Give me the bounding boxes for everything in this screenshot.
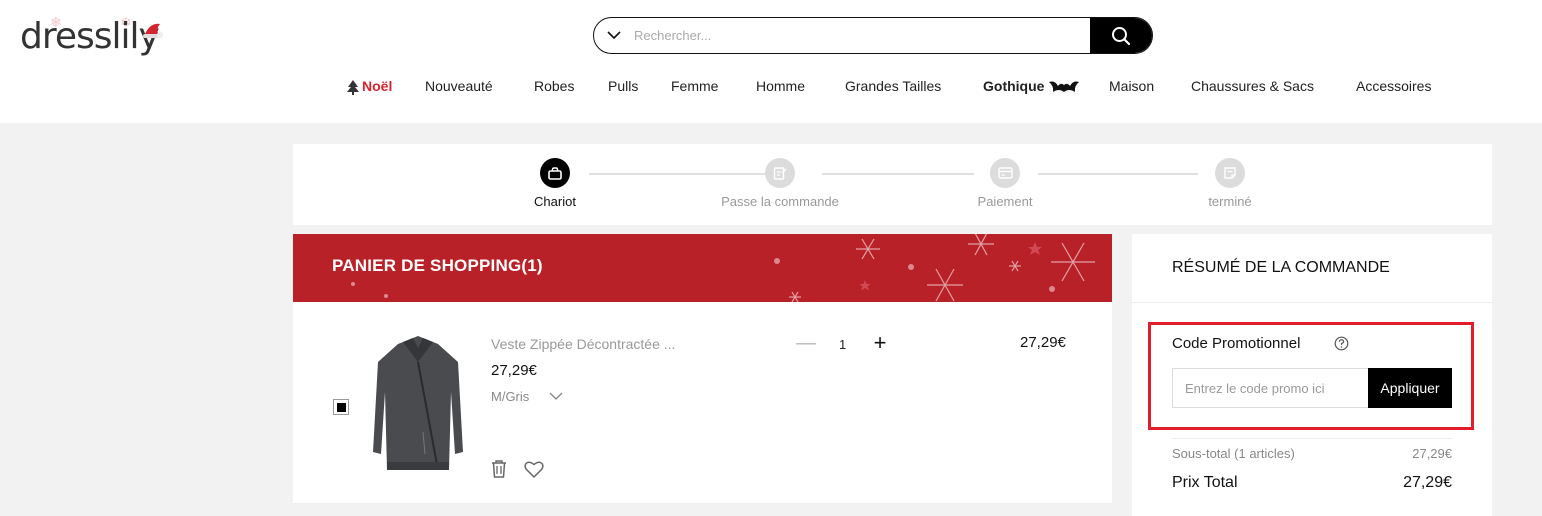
santa-hat-icon [143,23,163,38]
heart-icon[interactable] [524,460,544,479]
product-price: 27,29€ [491,362,537,379]
logo-text: dresslily [20,16,160,57]
nav-item-noel[interactable]: Noël [362,78,392,94]
done-icon [1224,167,1236,179]
nav-item-robes[interactable]: Robes [534,78,574,94]
product-variant[interactable]: M/Gris [491,389,529,404]
quantity-value: 1 [839,337,847,352]
product-name[interactable]: Veste Zippée Décontractée ... [491,336,675,352]
step-passe-commande: Passe la commande [710,158,850,209]
item-checkbox[interactable] [333,399,349,415]
step-paiement: Paiement [935,158,1075,209]
product-image[interactable] [363,332,473,482]
nav-item-gothique[interactable]: Gothique [983,78,1044,94]
trash-icon[interactable] [489,459,509,479]
main-nav: Noël Nouveauté Robes Pulls Femme Homme G… [0,78,1542,100]
promo-label: Code Promotionnel [1172,335,1301,352]
chevron-down-icon[interactable] [606,28,622,42]
item-total: 27,29€ [1020,334,1066,351]
divider [1132,302,1492,303]
nav-item-homme[interactable]: Homme [756,78,805,94]
step-label: terminé [1208,194,1252,209]
quantity-increase-button[interactable]: + [871,330,889,356]
nav-item-pulls[interactable]: Pulls [608,78,638,94]
nav-item-chaussures-sacs[interactable]: Chaussures & Sacs [1191,78,1314,94]
subtotal-label: Sous-total (1 articles) [1172,446,1295,461]
nav-item-femme[interactable]: Femme [671,78,718,94]
divider [1172,438,1452,439]
tree-icon [347,80,359,95]
summary-title: RÉSUMÉ DE LA COMMANDE [1172,259,1390,276]
search-input[interactable] [634,18,1084,53]
help-icon[interactable] [1334,336,1349,351]
checkout-steps: Chariot Passe la commande Paiement termi… [293,144,1492,225]
step-circle [540,158,570,188]
order-icon [773,167,787,180]
bat-icon [1049,81,1079,92]
nav-item-maison[interactable]: Maison [1109,78,1154,94]
step-label: Chariot [534,194,576,209]
chevron-down-icon[interactable] [549,391,563,401]
cart-icon [548,166,562,180]
promo-code-input[interactable] [1172,368,1368,408]
step-termine: terminé [1160,158,1300,209]
total-label: Prix Total [1172,474,1238,491]
step-chariot: Chariot [485,158,625,209]
subtotal-value: 27,29€ [1412,446,1452,461]
logo[interactable]: ❄ ❄ dresslily [20,14,170,70]
cart-banner: PANIER DE SHOPPING(1) [293,234,1112,302]
apply-promo-button[interactable]: Appliquer [1368,368,1452,408]
step-label: Passe la commande [721,194,839,209]
search-bar [593,17,1153,54]
nav-item-grandes-tailles[interactable]: Grandes Tailles [845,78,941,94]
nav-item-accessoires[interactable]: Accessoires [1356,78,1431,94]
step-circle [990,158,1020,188]
site-header: ❄ ❄ dresslily Noël Nouveauté Robes Pulls [0,0,1542,123]
cart-item: Veste Zippée Décontractée ... 27,29€ M/G… [293,302,1112,504]
step-circle [1215,158,1245,188]
search-button[interactable] [1090,18,1152,53]
search-icon [1112,26,1131,45]
checkbox-mark [336,402,346,412]
payment-icon [997,167,1013,179]
total-value: 27,29€ [1403,474,1452,491]
step-circle [765,158,795,188]
quantity-decrease-button[interactable]: — [796,332,816,355]
order-summary: RÉSUMÉ DE LA COMMANDE Code Promotionnel … [1132,234,1492,516]
step-label: Paiement [977,194,1033,209]
cart-title: PANIER DE SHOPPING(1) [332,256,543,275]
nav-item-nouveaute[interactable]: Nouveauté [425,78,493,94]
